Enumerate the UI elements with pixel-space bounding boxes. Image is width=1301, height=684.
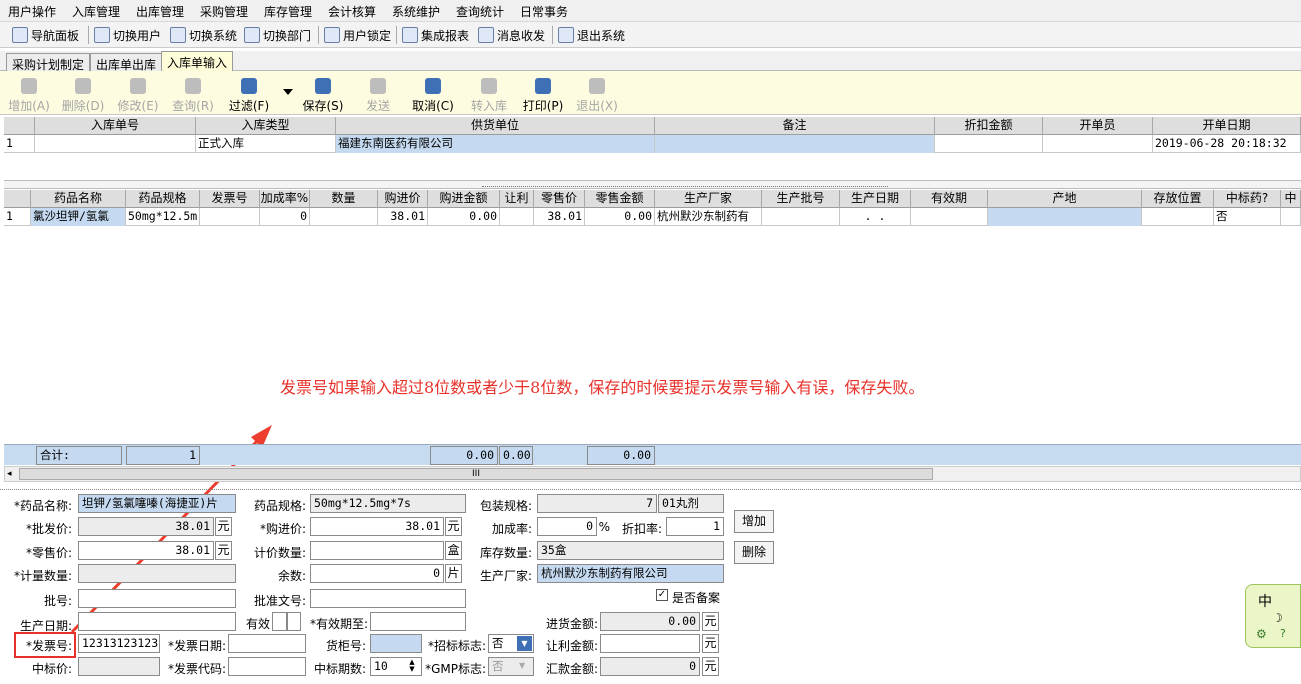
valid-field-b[interactable] [287, 612, 301, 631]
remit-field: 0 [600, 657, 700, 676]
moon-icon[interactable]: ☽ [1272, 611, 1283, 625]
totals-count: 1 [126, 446, 200, 465]
valid-to-field[interactable] [370, 612, 466, 631]
prod-date-field[interactable] [78, 612, 236, 631]
yuan-unit: 元 [702, 634, 719, 653]
invoice-field[interactable]: 12313123123 [78, 634, 160, 653]
valid-field-a[interactable] [272, 612, 287, 631]
maker-label: 生产厂家: [479, 569, 532, 583]
pack-qty-field: 7 [537, 494, 657, 513]
pack-unit-field: 01丸剂 [658, 494, 724, 513]
invoice-date-label: *发票日期: [167, 639, 226, 653]
purchase-label: *购进价: [259, 522, 306, 536]
markup-field[interactable]: 0 [537, 517, 597, 536]
invoice-label: *发票号: [25, 639, 72, 653]
batch-label: 批号: [43, 594, 72, 608]
rebate-label: 让利金额: [545, 639, 598, 653]
purchase-field[interactable]: 38.01 [310, 517, 444, 536]
stock-label: 库存数量: [479, 546, 532, 560]
batch-field[interactable] [78, 589, 236, 608]
remain-field[interactable]: 0 [310, 564, 444, 583]
count-qty-label: 计价数量: [253, 546, 306, 560]
piece-unit: 片 [445, 564, 462, 583]
yuan-unit: 元 [215, 517, 232, 536]
discount-label: 折扣率: [621, 522, 662, 536]
help-icon[interactable]: ? [1280, 627, 1286, 640]
stock-field: 35盒 [537, 541, 724, 560]
totals-purchase-amount: 0.00 [430, 446, 498, 465]
cabinet-label: 货柜号: [325, 639, 366, 653]
spinner-icon[interactable]: ▲ ▼ [405, 659, 419, 674]
measure-field [78, 564, 236, 583]
gear-icon[interactable]: ⚙ [1256, 627, 1267, 641]
percent-sign: % [598, 520, 610, 534]
chevron-down-icon[interactable]: ▼ [519, 661, 525, 670]
totals-bar: 合计: 1 0.00 0.00 0.00 [4, 444, 1301, 465]
approval-label: 批准文号: [253, 594, 306, 608]
totals-rebate: 0.00 [499, 446, 533, 465]
scroll-left-arrow[interactable]: ◂ [7, 469, 12, 479]
gmp-label: *GMP标志: [425, 662, 486, 676]
remain-label: 余数: [277, 569, 306, 583]
bid-price-label: 中标价: [31, 662, 72, 676]
wholesale-label: *批发价: [25, 522, 72, 536]
markup-label: 加成率: [491, 522, 532, 536]
valid-label: 有效 [245, 617, 270, 631]
maker-field[interactable]: 杭州默沙东制药有限公司 [537, 564, 724, 583]
remit-label: 汇款金额: [545, 662, 598, 676]
record-checkbox[interactable]: ✓ [656, 589, 668, 601]
drug-name-label: *药品名称: [13, 499, 72, 513]
discount-field[interactable]: 1 [666, 517, 724, 536]
ime-widget[interactable]: 中 ☽ ⚙ ? [1245, 584, 1301, 648]
gmp-select[interactable]: 否 [488, 657, 534, 676]
add-item-button[interactable]: 增加 [734, 510, 774, 533]
wholesale-field[interactable]: 38.01 [78, 517, 214, 536]
invoice-date-field[interactable] [228, 634, 306, 653]
count-qty-field[interactable] [310, 541, 444, 560]
approval-field[interactable] [310, 589, 466, 608]
in-amount-field: 0.00 [600, 612, 700, 631]
retail-label: *零售价: [25, 546, 72, 560]
bid-label: *招标标志: [427, 639, 486, 653]
box-unit: 盒 [445, 541, 462, 560]
horizontal-scrollbar[interactable]: ◂ III [4, 466, 1301, 482]
spec-field: 50mg*12.5mg*7s [310, 494, 466, 513]
record-label: 是否备案 [672, 591, 721, 605]
yuan-unit: 元 [702, 612, 719, 631]
yuan-unit: 元 [702, 657, 719, 676]
measure-label: *计量数量: [13, 569, 72, 583]
form-divider [0, 486, 1301, 490]
rebate-field[interactable] [600, 634, 700, 653]
bid-period-label: 中标期数: [313, 662, 366, 676]
spec-label: 药品规格: [253, 499, 306, 513]
in-amount-label: 进货金额: [545, 617, 598, 631]
ime-language[interactable]: 中 [1258, 591, 1272, 611]
valid-to-label: *有效期至: [309, 617, 368, 631]
pack-label: 包装规格: [479, 499, 532, 513]
totals-retail-amount: 0.00 [587, 446, 655, 465]
drug-name-field[interactable]: 坦钾/氢氯噻嗪(海捷亚)片 [78, 494, 236, 513]
scroll-thumb[interactable]: III [19, 468, 933, 480]
totals-label: 合计: [36, 446, 122, 465]
delete-item-button[interactable]: 删除 [734, 541, 774, 564]
bid-price-field [78, 657, 160, 676]
yuan-unit: 元 [215, 541, 232, 560]
yuan-unit: 元 [445, 517, 462, 536]
cabinet-field[interactable] [370, 634, 422, 653]
retail-field[interactable]: 38.01 [78, 541, 214, 560]
invoice-code-field[interactable] [228, 657, 306, 676]
invoice-code-label: *发票代码: [167, 662, 226, 676]
